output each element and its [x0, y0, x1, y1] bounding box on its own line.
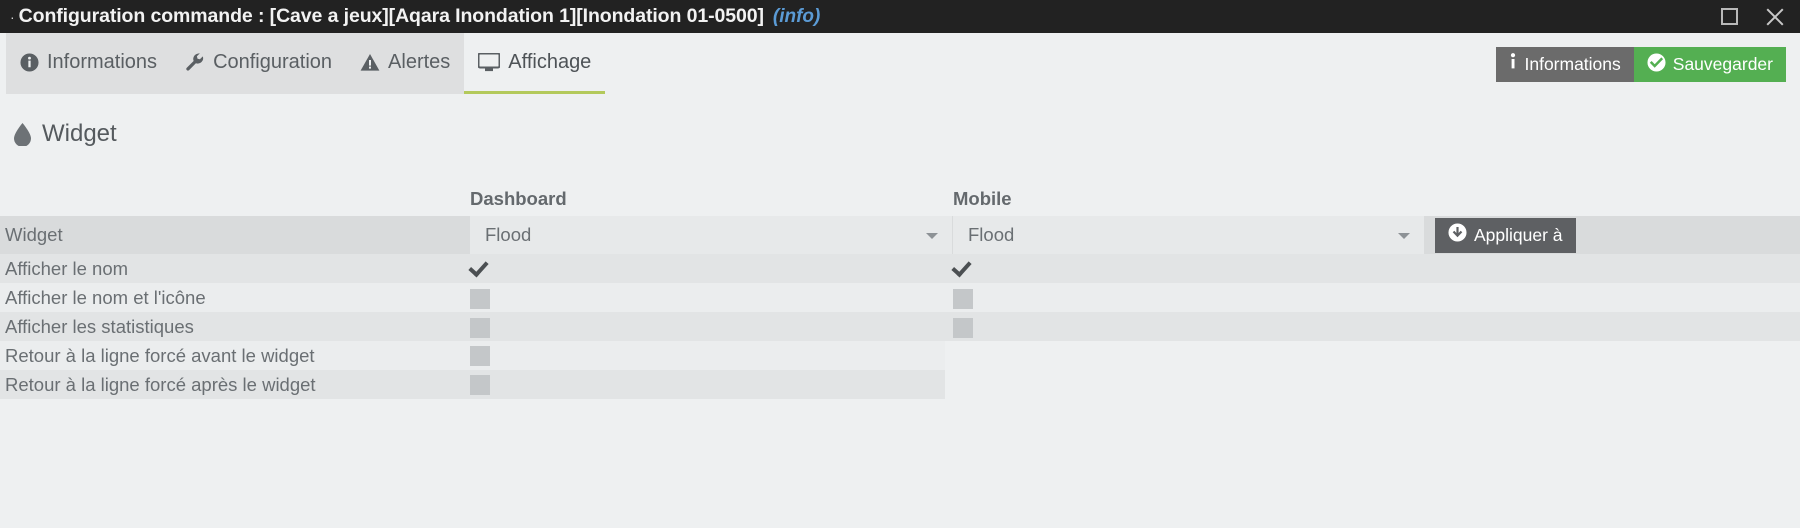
info-icon	[1509, 53, 1517, 76]
tab-informations[interactable]: Informations	[6, 33, 172, 94]
row-label: Retour à la ligne forcé avant le widget	[0, 341, 470, 370]
table-header-row: Dashboard Mobile	[0, 182, 1800, 216]
table-row: Afficher le nom et l'icône	[0, 283, 1800, 312]
dashboard-checkbox[interactable]	[470, 288, 490, 309]
widget-panel: Widget Dashboard Mobile Widget Flood Flo…	[0, 94, 1800, 399]
dashboard-checkbox[interactable]	[470, 374, 490, 395]
tab-bar: Informations Configuration Alertes Affic…	[0, 33, 1800, 94]
mobile-checkbox[interactable]	[953, 288, 973, 309]
tab-affichage[interactable]: Affichage	[464, 33, 606, 94]
row-dashboard-cell	[470, 370, 945, 399]
table-row: Retour à la ligne forcé après le widget	[0, 370, 1800, 399]
tab-list: Informations Configuration Alertes Affic…	[0, 33, 606, 94]
panel-title-label: Widget	[42, 120, 117, 147]
header-dashboard: Dashboard	[470, 188, 567, 209]
close-icon[interactable]	[1764, 6, 1786, 28]
row-label: Retour à la ligne forcé après le widget	[0, 370, 470, 399]
tab-informations-label: Informations	[47, 50, 158, 73]
informations-button-label: Informations	[1524, 54, 1621, 74]
chevron-down-icon	[1398, 233, 1410, 239]
table-row: Retour à la ligne forcé avant le widget	[0, 341, 1800, 370]
maximize-icon[interactable]	[1721, 8, 1738, 25]
table-row: Afficher les statistiques	[0, 312, 1800, 341]
widget-dashboard-value: Flood	[485, 224, 532, 245]
appliquer-a-label: Appliquer à	[1474, 224, 1563, 245]
info-link[interactable]: (info)	[773, 6, 820, 28]
panel-title: Widget	[0, 94, 1800, 148]
window-controls	[1721, 0, 1786, 33]
check-circle-icon	[1647, 52, 1666, 77]
window-title: Configuration commande : [Cave a jeux][A…	[18, 5, 764, 27]
titlebar-marker: ·	[10, 8, 15, 25]
widget-table: Dashboard Mobile Widget Flood Flood Appl…	[0, 182, 1800, 399]
appliquer-a-button[interactable]: Appliquer à	[1435, 217, 1576, 253]
monitor-icon	[478, 52, 501, 72]
info-circle-icon	[20, 52, 39, 72]
dashboard-checkbox[interactable]	[470, 345, 490, 366]
toolbar-actions: Informations Sauvegarder	[1496, 47, 1786, 82]
wrench-icon	[185, 52, 205, 72]
informations-button[interactable]: Informations	[1496, 47, 1634, 82]
row-label: Afficher les statistiques	[5, 315, 194, 337]
row-label: Afficher le nom	[5, 257, 129, 279]
widget-row-label: Widget	[5, 224, 63, 245]
row-mobile-cell	[953, 286, 1425, 309]
widget-select-row: Widget Flood Flood Appliquer à	[0, 216, 1800, 254]
chevron-down-icon	[926, 233, 938, 239]
tab-configuration[interactable]: Configuration	[171, 33, 347, 94]
row-mobile-cell	[953, 256, 1425, 281]
widget-dashboard-select[interactable]: Flood	[470, 216, 953, 254]
mobile-checkbox-checked[interactable]	[953, 256, 975, 276]
table-row: Afficher le nom	[0, 254, 1800, 283]
tab-alertes[interactable]: Alertes	[346, 33, 465, 94]
row-mobile-cell	[953, 315, 1425, 338]
row-label: Afficher le nom et l'icône	[5, 286, 206, 308]
row-dashboard-cell	[470, 315, 953, 338]
row-dashboard-cell	[470, 341, 945, 370]
header-mobile: Mobile	[953, 188, 1012, 209]
sauvegarder-button-label: Sauvegarder	[1672, 54, 1773, 74]
row-dashboard-cell	[470, 256, 953, 281]
water-drop-icon	[14, 122, 31, 146]
widget-mobile-value: Flood	[968, 224, 1015, 245]
sauvegarder-button[interactable]: Sauvegarder	[1633, 47, 1786, 82]
mobile-checkbox[interactable]	[953, 317, 973, 338]
warning-triangle-icon	[360, 53, 380, 72]
arrow-down-circle-icon	[1448, 223, 1467, 247]
dashboard-checkbox-checked[interactable]	[470, 256, 492, 276]
tab-configuration-label: Configuration	[213, 50, 333, 73]
row-dashboard-cell	[470, 286, 953, 309]
window-titlebar: · Configuration commande : [Cave a jeux]…	[0, 0, 1800, 33]
tab-alertes-label: Alertes	[388, 50, 451, 73]
apply-button-wrap: Appliquer à	[1425, 216, 1800, 254]
dashboard-checkbox[interactable]	[470, 317, 490, 338]
tab-affichage-label: Affichage	[508, 50, 592, 73]
widget-mobile-select[interactable]: Flood	[953, 216, 1425, 254]
